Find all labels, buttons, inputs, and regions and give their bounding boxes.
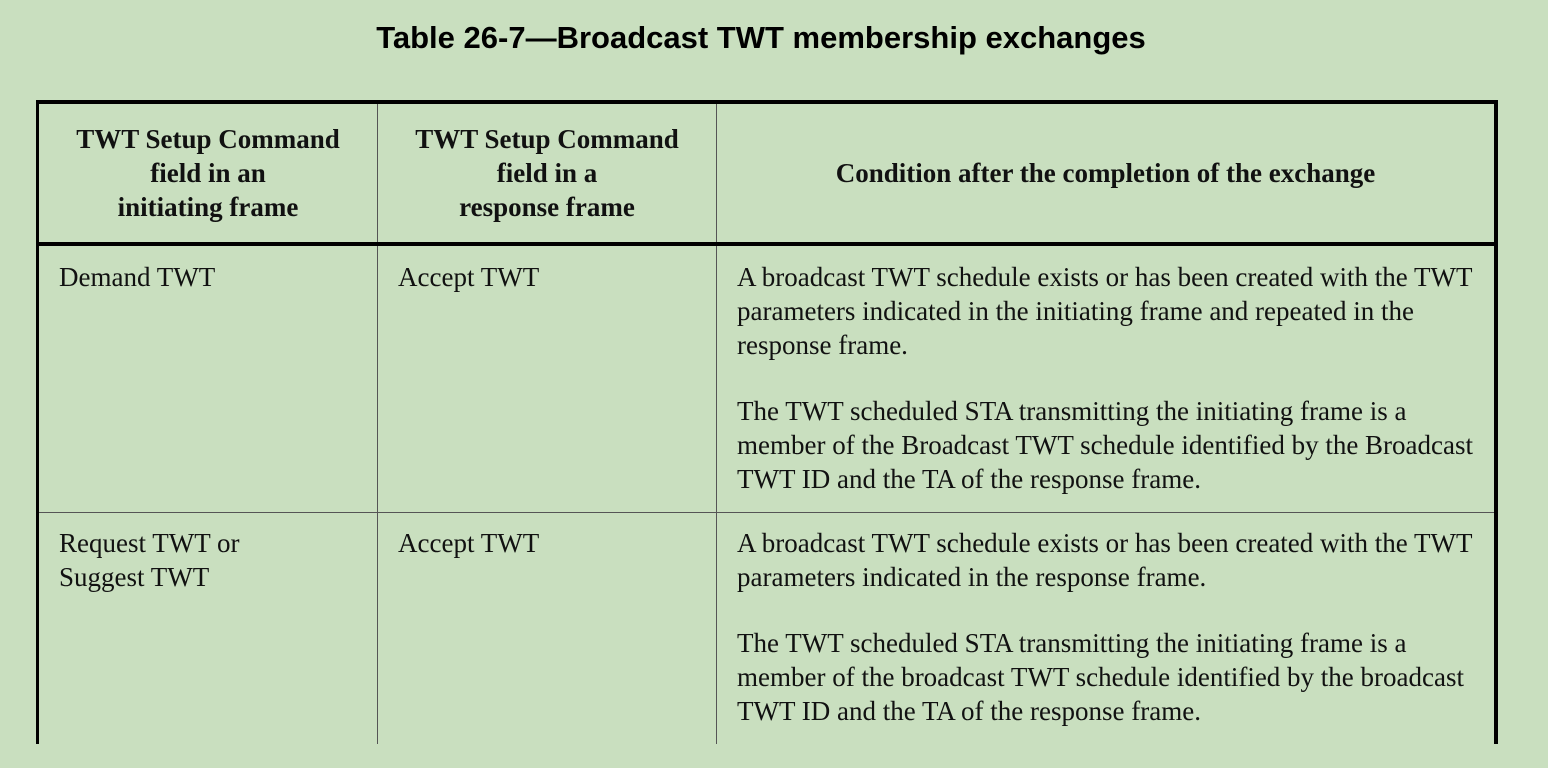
- cell-line: Request TWT or: [59, 528, 240, 558]
- header-line: field in an: [150, 158, 266, 188]
- header-response-frame: TWT Setup Command field in a response fr…: [377, 102, 717, 246]
- cell-initiating: Request TWT or Suggest TWT: [37, 512, 378, 744]
- cell-line: Suggest TWT: [59, 562, 210, 592]
- cell-response: Accept TWT: [377, 512, 717, 744]
- cell-initiating: Demand TWT: [37, 244, 378, 513]
- header-line: Condition after the completion of the ex…: [835, 158, 1376, 188]
- header-line: TWT Setup Command: [76, 124, 340, 154]
- header-initiating-frame: TWT Setup Command field in an initiating…: [37, 102, 378, 246]
- header-line: field in a: [496, 158, 598, 188]
- header-line: TWT Setup Command: [415, 124, 679, 154]
- cell-response: Accept TWT: [377, 244, 717, 513]
- cell-condition: A broadcast TWT schedule exists or has b…: [716, 244, 1496, 513]
- table-row: Demand TWT Accept TWT A broadcast TWT sc…: [37, 244, 1496, 513]
- condition-paragraph: A broadcast TWT schedule exists or has b…: [737, 262, 1473, 360]
- table-row: Request TWT or Suggest TWT Accept TWT A …: [37, 512, 1497, 745]
- header-line: initiating frame: [117, 192, 299, 222]
- header-condition: Condition after the completion of the ex…: [716, 102, 1496, 246]
- cell-line: Demand TWT: [59, 262, 216, 292]
- condition-paragraph: A broadcast TWT schedule exists or has b…: [737, 528, 1473, 592]
- cell-condition: A broadcast TWT schedule exists or has b…: [717, 513, 1497, 745]
- header-line: response frame: [459, 192, 635, 222]
- header-row: TWT Setup Command field in an initiating…: [37, 102, 1496, 246]
- table-title: Table 26-7—Broadcast TWT membership exch…: [376, 20, 1146, 55]
- broadcast-twt-table: TWT Setup Command field in an initiating…: [36, 100, 1498, 744]
- condition-paragraph: The TWT scheduled STA transmitting the i…: [737, 396, 1474, 494]
- condition-paragraph: The TWT scheduled STA transmitting the i…: [737, 628, 1464, 726]
